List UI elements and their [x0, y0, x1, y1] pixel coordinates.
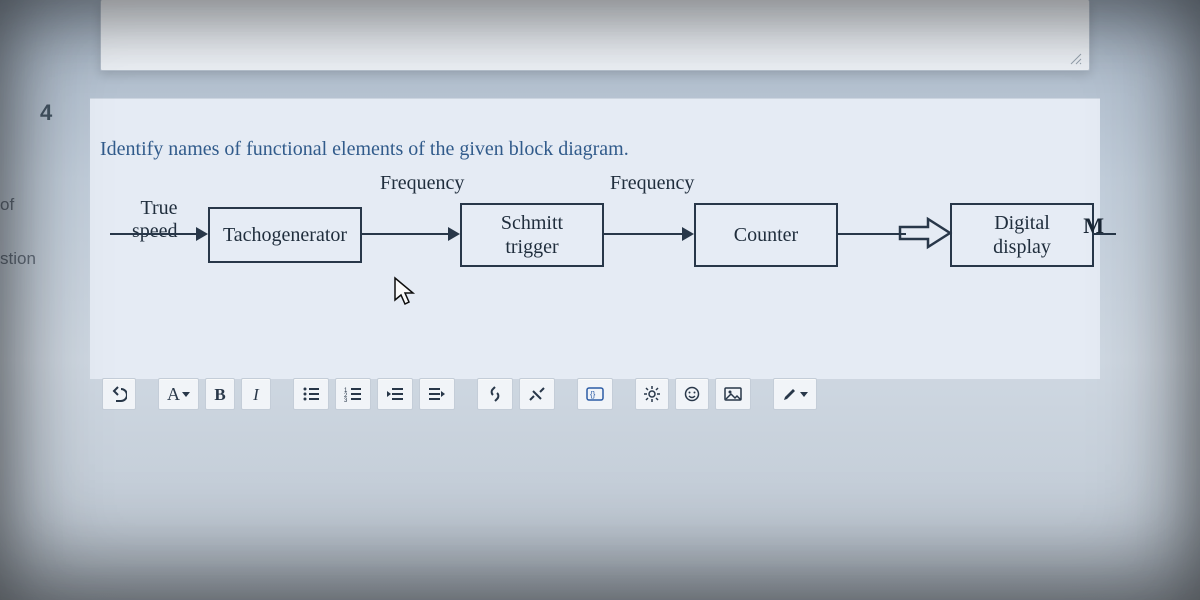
- smile-icon: [684, 386, 700, 402]
- outdent-icon: [386, 386, 404, 402]
- mouse-cursor-icon: [392, 276, 418, 313]
- block-diagram: True speed Frequency Frequency Tachogene…: [100, 173, 1090, 313]
- svg-text:3: 3: [344, 398, 348, 402]
- pen-icon: [782, 386, 798, 402]
- block-tachogenerator: Tachogenerator: [208, 207, 362, 263]
- gutter-text-stion: stion: [0, 250, 36, 267]
- ordered-list-button[interactable]: 123: [335, 378, 371, 410]
- arrowhead-icon: [196, 227, 208, 241]
- chevron-down-icon: [182, 392, 190, 397]
- signal-label-frequency-1: Frequency: [380, 173, 464, 193]
- wire-2-3: [602, 233, 682, 235]
- block-counter: Counter: [694, 203, 838, 267]
- big-arrow-icon: [898, 215, 954, 256]
- wire-1-2: [360, 233, 448, 235]
- insert-image-button[interactable]: [715, 378, 751, 410]
- input-signal-label: True speed: [132, 197, 178, 243]
- arrowhead-icon: [682, 227, 694, 241]
- gear-icon: [644, 386, 660, 402]
- emoji-button[interactable]: [675, 378, 709, 410]
- question-number: 4: [40, 102, 52, 124]
- left-gutter: 4 of stion: [0, 0, 72, 600]
- block-schmitt-trigger: Schmitt trigger: [460, 203, 604, 267]
- question-prompt: Identify names of functional elements of…: [100, 135, 629, 163]
- block-digital-display: Digital display: [950, 203, 1094, 267]
- list-ol-icon: 123: [344, 386, 362, 402]
- undo-icon: [111, 386, 127, 402]
- font-label: A: [167, 385, 180, 403]
- unordered-list-button[interactable]: [293, 378, 329, 410]
- outdent-button[interactable]: [377, 378, 413, 410]
- output-marker: M: [1083, 215, 1104, 237]
- chevron-down-icon: [800, 392, 808, 397]
- undo-button[interactable]: [102, 378, 136, 410]
- italic-button[interactable]: I: [241, 378, 271, 410]
- indent-button[interactable]: [419, 378, 455, 410]
- previous-answer-box[interactable]: [100, 0, 1090, 71]
- wire-3-4: [836, 233, 906, 235]
- resize-handle-icon: [1069, 52, 1083, 66]
- link-button[interactable]: [477, 378, 513, 410]
- image-icon: [724, 387, 742, 401]
- font-menu-button[interactable]: A: [158, 378, 199, 410]
- code-block-button[interactable]: {}: [577, 378, 613, 410]
- editor-toolbar: A B I 123 {}: [102, 378, 817, 410]
- question-card: Identify names of functional elements of…: [90, 98, 1100, 379]
- link-icon: [486, 386, 504, 402]
- wire-input: [110, 233, 196, 235]
- code-icon: {}: [586, 386, 604, 402]
- indent-icon: [428, 386, 446, 402]
- unlink-button[interactable]: [519, 378, 555, 410]
- settings-button[interactable]: [635, 378, 669, 410]
- arrowhead-icon: [448, 227, 460, 241]
- list-ul-icon: [302, 386, 320, 402]
- svg-text:{}: {}: [590, 390, 596, 399]
- bold-button[interactable]: B: [205, 378, 235, 410]
- gutter-text-of: of: [0, 196, 14, 213]
- signal-label-frequency-2: Frequency: [610, 173, 694, 193]
- highlighter-menu-button[interactable]: [773, 378, 817, 410]
- unlink-icon: [528, 386, 546, 402]
